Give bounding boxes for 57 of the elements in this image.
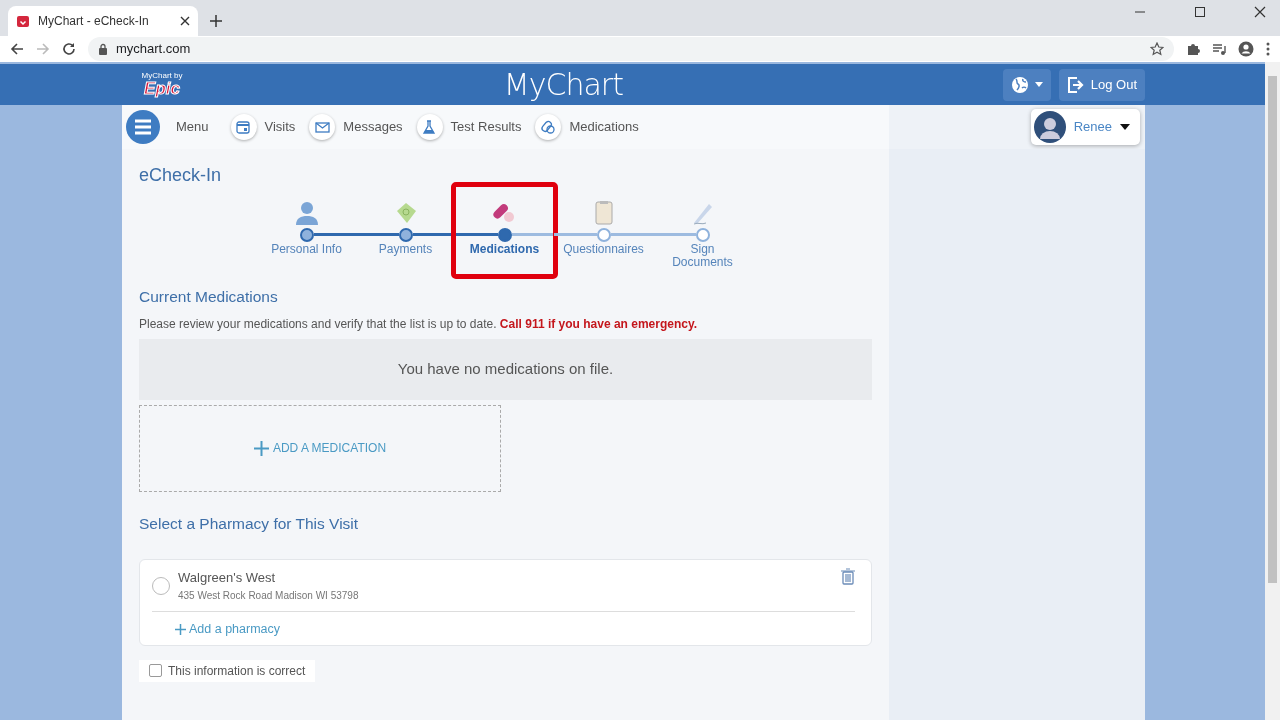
maximize-icon[interactable] bbox=[1194, 6, 1206, 18]
nav-link[interactable]: Visits bbox=[230, 114, 296, 140]
reload-icon[interactable] bbox=[62, 42, 76, 56]
add-medication-button[interactable]: ADD A MEDICATION bbox=[139, 404, 501, 492]
logo-caption: MyChart by bbox=[140, 72, 184, 80]
url-text: mychart.com bbox=[116, 40, 191, 59]
pills-icon bbox=[540, 119, 556, 135]
tab-title: MyChart - eCheck-In bbox=[38, 13, 150, 30]
plus-icon bbox=[175, 623, 186, 635]
flask-icon bbox=[422, 119, 438, 135]
playlist-icon[interactable] bbox=[1212, 42, 1226, 56]
step-label[interactable]: Sign Documents bbox=[666, 242, 739, 271]
close-icon[interactable] bbox=[180, 16, 190, 26]
section-heading: Select a Pharmacy for This Visit bbox=[139, 514, 360, 534]
logo-text: Epic bbox=[144, 80, 180, 97]
lock-icon bbox=[98, 43, 108, 55]
envelope-icon bbox=[314, 119, 330, 135]
scrollbar[interactable] bbox=[1265, 62, 1280, 720]
site-title: MyChart bbox=[503, 67, 623, 102]
pharmacy-address: 435 West Rock Road Madison WI 53798 bbox=[178, 588, 360, 603]
pharmacy-name: Walgreen's West bbox=[178, 569, 277, 588]
menu-icon bbox=[126, 110, 160, 144]
logout-button[interactable]: Log Out bbox=[1058, 68, 1145, 101]
exit-icon bbox=[1066, 75, 1085, 94]
person-icon bbox=[294, 200, 319, 225]
caret-icon bbox=[1120, 124, 1130, 130]
step-label[interactable]: Medications bbox=[468, 242, 541, 257]
step-label[interactable]: Payments bbox=[369, 242, 442, 257]
browser-tab[interactable]: MyChart - eCheck-In bbox=[8, 6, 198, 36]
user-menu-button[interactable]: Renee bbox=[1030, 109, 1140, 145]
checkbox-label: This information is correct bbox=[168, 662, 306, 680]
caret-icon bbox=[1034, 82, 1043, 87]
more-options-icon[interactable] bbox=[1266, 42, 1270, 56]
nav-link[interactable]: Medications bbox=[535, 114, 639, 140]
globe-icon bbox=[1010, 75, 1029, 94]
step-label[interactable]: Personal Info bbox=[270, 242, 343, 257]
nav-link[interactable]: Test Results bbox=[416, 114, 522, 140]
checkbox[interactable] bbox=[149, 664, 162, 678]
plus-icon bbox=[253, 440, 269, 456]
star-icon[interactable] bbox=[1150, 42, 1164, 56]
step-label[interactable]: Questionnaires bbox=[558, 242, 649, 257]
instruction-text: Please review your medications and verify that the list is up to date. Call 911 if you have an emergency. bbox=[139, 315, 699, 333]
page-title: eCheck-In bbox=[139, 165, 223, 187]
profile-icon[interactable] bbox=[1238, 41, 1254, 57]
back-arrow-icon[interactable] bbox=[10, 42, 24, 56]
puzzle-icon[interactable] bbox=[1186, 42, 1200, 56]
avatar-icon bbox=[1033, 111, 1066, 143]
plus-icon[interactable] bbox=[210, 15, 222, 27]
address-bar[interactable]: mychart.com bbox=[88, 37, 1174, 61]
language-button[interactable] bbox=[1002, 68, 1051, 101]
menu-button[interactable]: Menu bbox=[126, 110, 209, 144]
trash-icon[interactable] bbox=[841, 568, 855, 586]
section-heading: Current Medications bbox=[139, 288, 279, 307]
close-icon[interactable] bbox=[1254, 6, 1266, 18]
add-pharmacy-link[interactable]: Add a pharmacy bbox=[175, 619, 281, 639]
nav-link[interactable]: Messages bbox=[309, 114, 403, 140]
empty-message: You have no medications on file. bbox=[139, 338, 872, 400]
